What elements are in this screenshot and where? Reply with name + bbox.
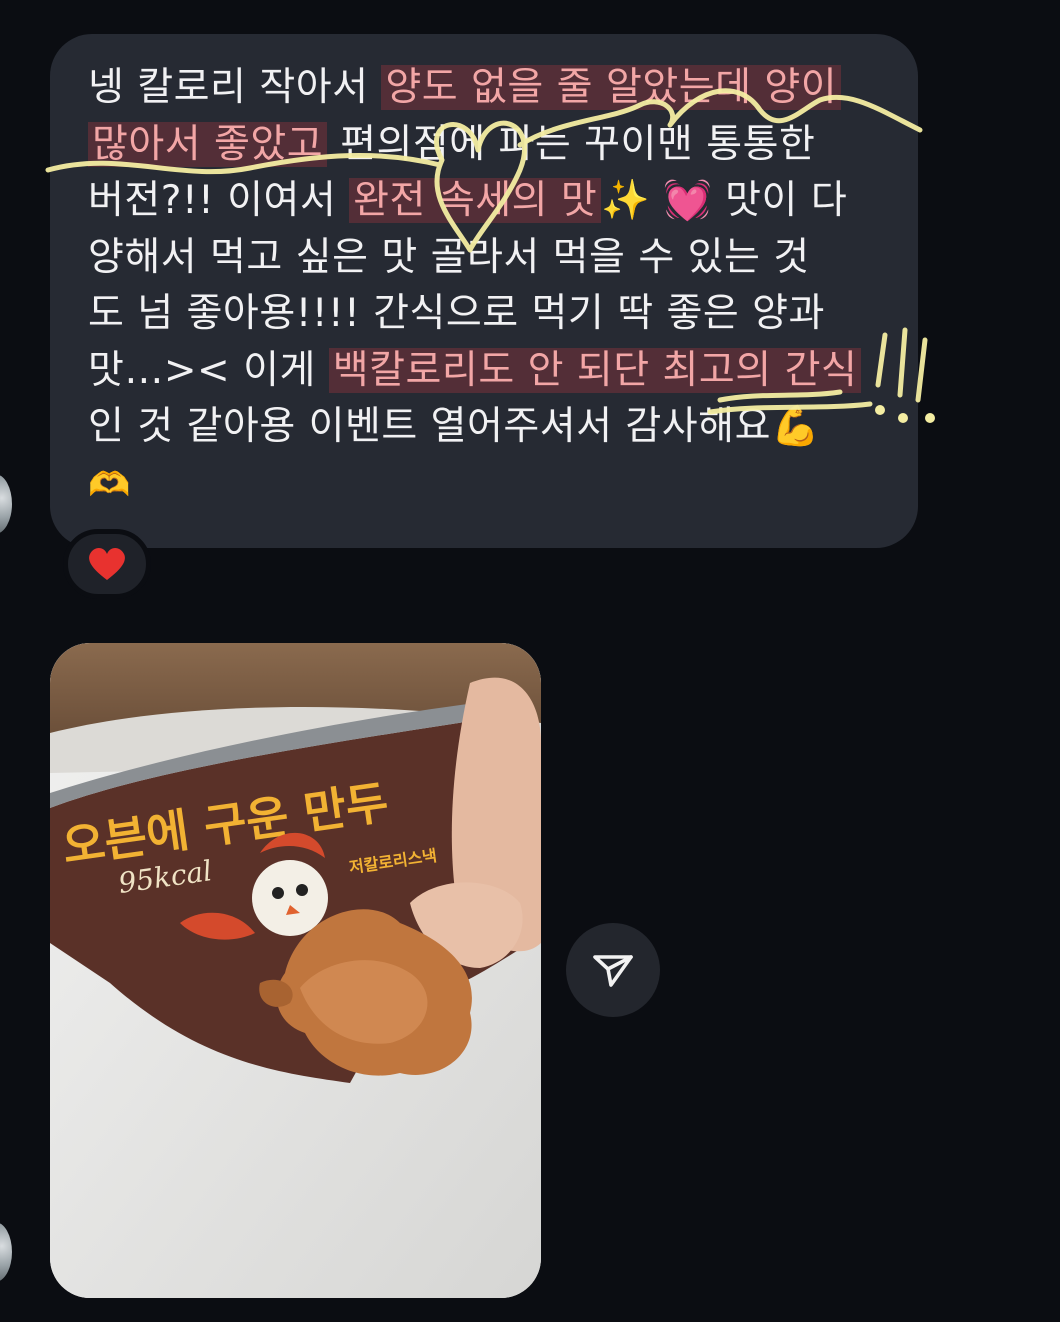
message-line: 🫶 xyxy=(88,456,888,513)
message-line: 맛…>< 이게 백칼로리도 안 되단 최고의 간식 xyxy=(88,343,888,400)
message-text: 맛…>< 이게 xyxy=(88,347,329,393)
chat-screen: 넹 칼로리 작아서 양도 없을 줄 알았는데 양이 많아서 좋았고 편의점에 파… xyxy=(0,0,1060,1322)
message-text: 버전?!! 이여서 xyxy=(88,178,350,223)
message-text: 인 것 같아용 이벤트 열어주셔서 감사해요 xyxy=(88,404,771,449)
message-line: 양해서 먹고 싶은 맛 골라서 먹을 수 있는 것 xyxy=(88,234,810,280)
highlighted-text: 양도 없을 줄 알았는데 양이 xyxy=(381,65,842,110)
reaction-badge[interactable] xyxy=(63,529,151,599)
message-line: 버전?!! 이여서 완전 속세의 맛 ✨ 💓 맛이 다 xyxy=(88,173,888,230)
beating-heart-icon: 💓 xyxy=(663,178,713,223)
heart-icon xyxy=(89,548,125,580)
highlighted-text: 완전 속세의 맛 xyxy=(349,178,602,223)
send-icon xyxy=(593,955,633,987)
sparkles-icon: ✨ xyxy=(601,178,651,223)
share-button[interactable] xyxy=(566,923,660,1017)
highlighted-text: 백칼로리도 안 되단 최고의 간식 xyxy=(328,347,862,393)
photo-message[interactable]: 오븐에 구운 만두 95kcal 저칼로리스낵 xyxy=(50,643,541,1298)
message-bubble[interactable]: 넹 칼로리 작아서 양도 없을 줄 알았는데 양이 많아서 좋았고 편의점에 파… xyxy=(50,34,918,548)
snack-photo: 오븐에 구운 만두 95kcal 저칼로리스낵 xyxy=(50,643,541,1298)
sender-avatar[interactable] xyxy=(0,1222,12,1282)
message-text: 넹 칼로리 작아서 xyxy=(88,65,382,110)
message-text: 편의점에 파는 꾸이맨 통통한 xyxy=(327,121,816,167)
message-line: 인 것 같아용 이벤트 열어주셔서 감사해요💪 xyxy=(88,399,888,456)
message-line: 넹 칼로리 작아서 양도 없을 줄 알았는데 양이 xyxy=(88,60,888,117)
message-line: 도 넘 좋아용!!!! 간식으로 먹기 딱 좋은 양과 xyxy=(88,291,825,336)
flexed-biceps-icon: 💪 xyxy=(770,404,821,449)
sender-avatar[interactable] xyxy=(0,474,12,534)
highlighted-text: 많아서 좋았고 xyxy=(88,121,328,167)
message-text: 맛이 다 xyxy=(712,178,848,223)
heart-hands-icon: 🫶 xyxy=(88,464,131,505)
message-line: 많아서 좋았고 편의점에 파는 꾸이맨 통통한 xyxy=(88,117,888,174)
